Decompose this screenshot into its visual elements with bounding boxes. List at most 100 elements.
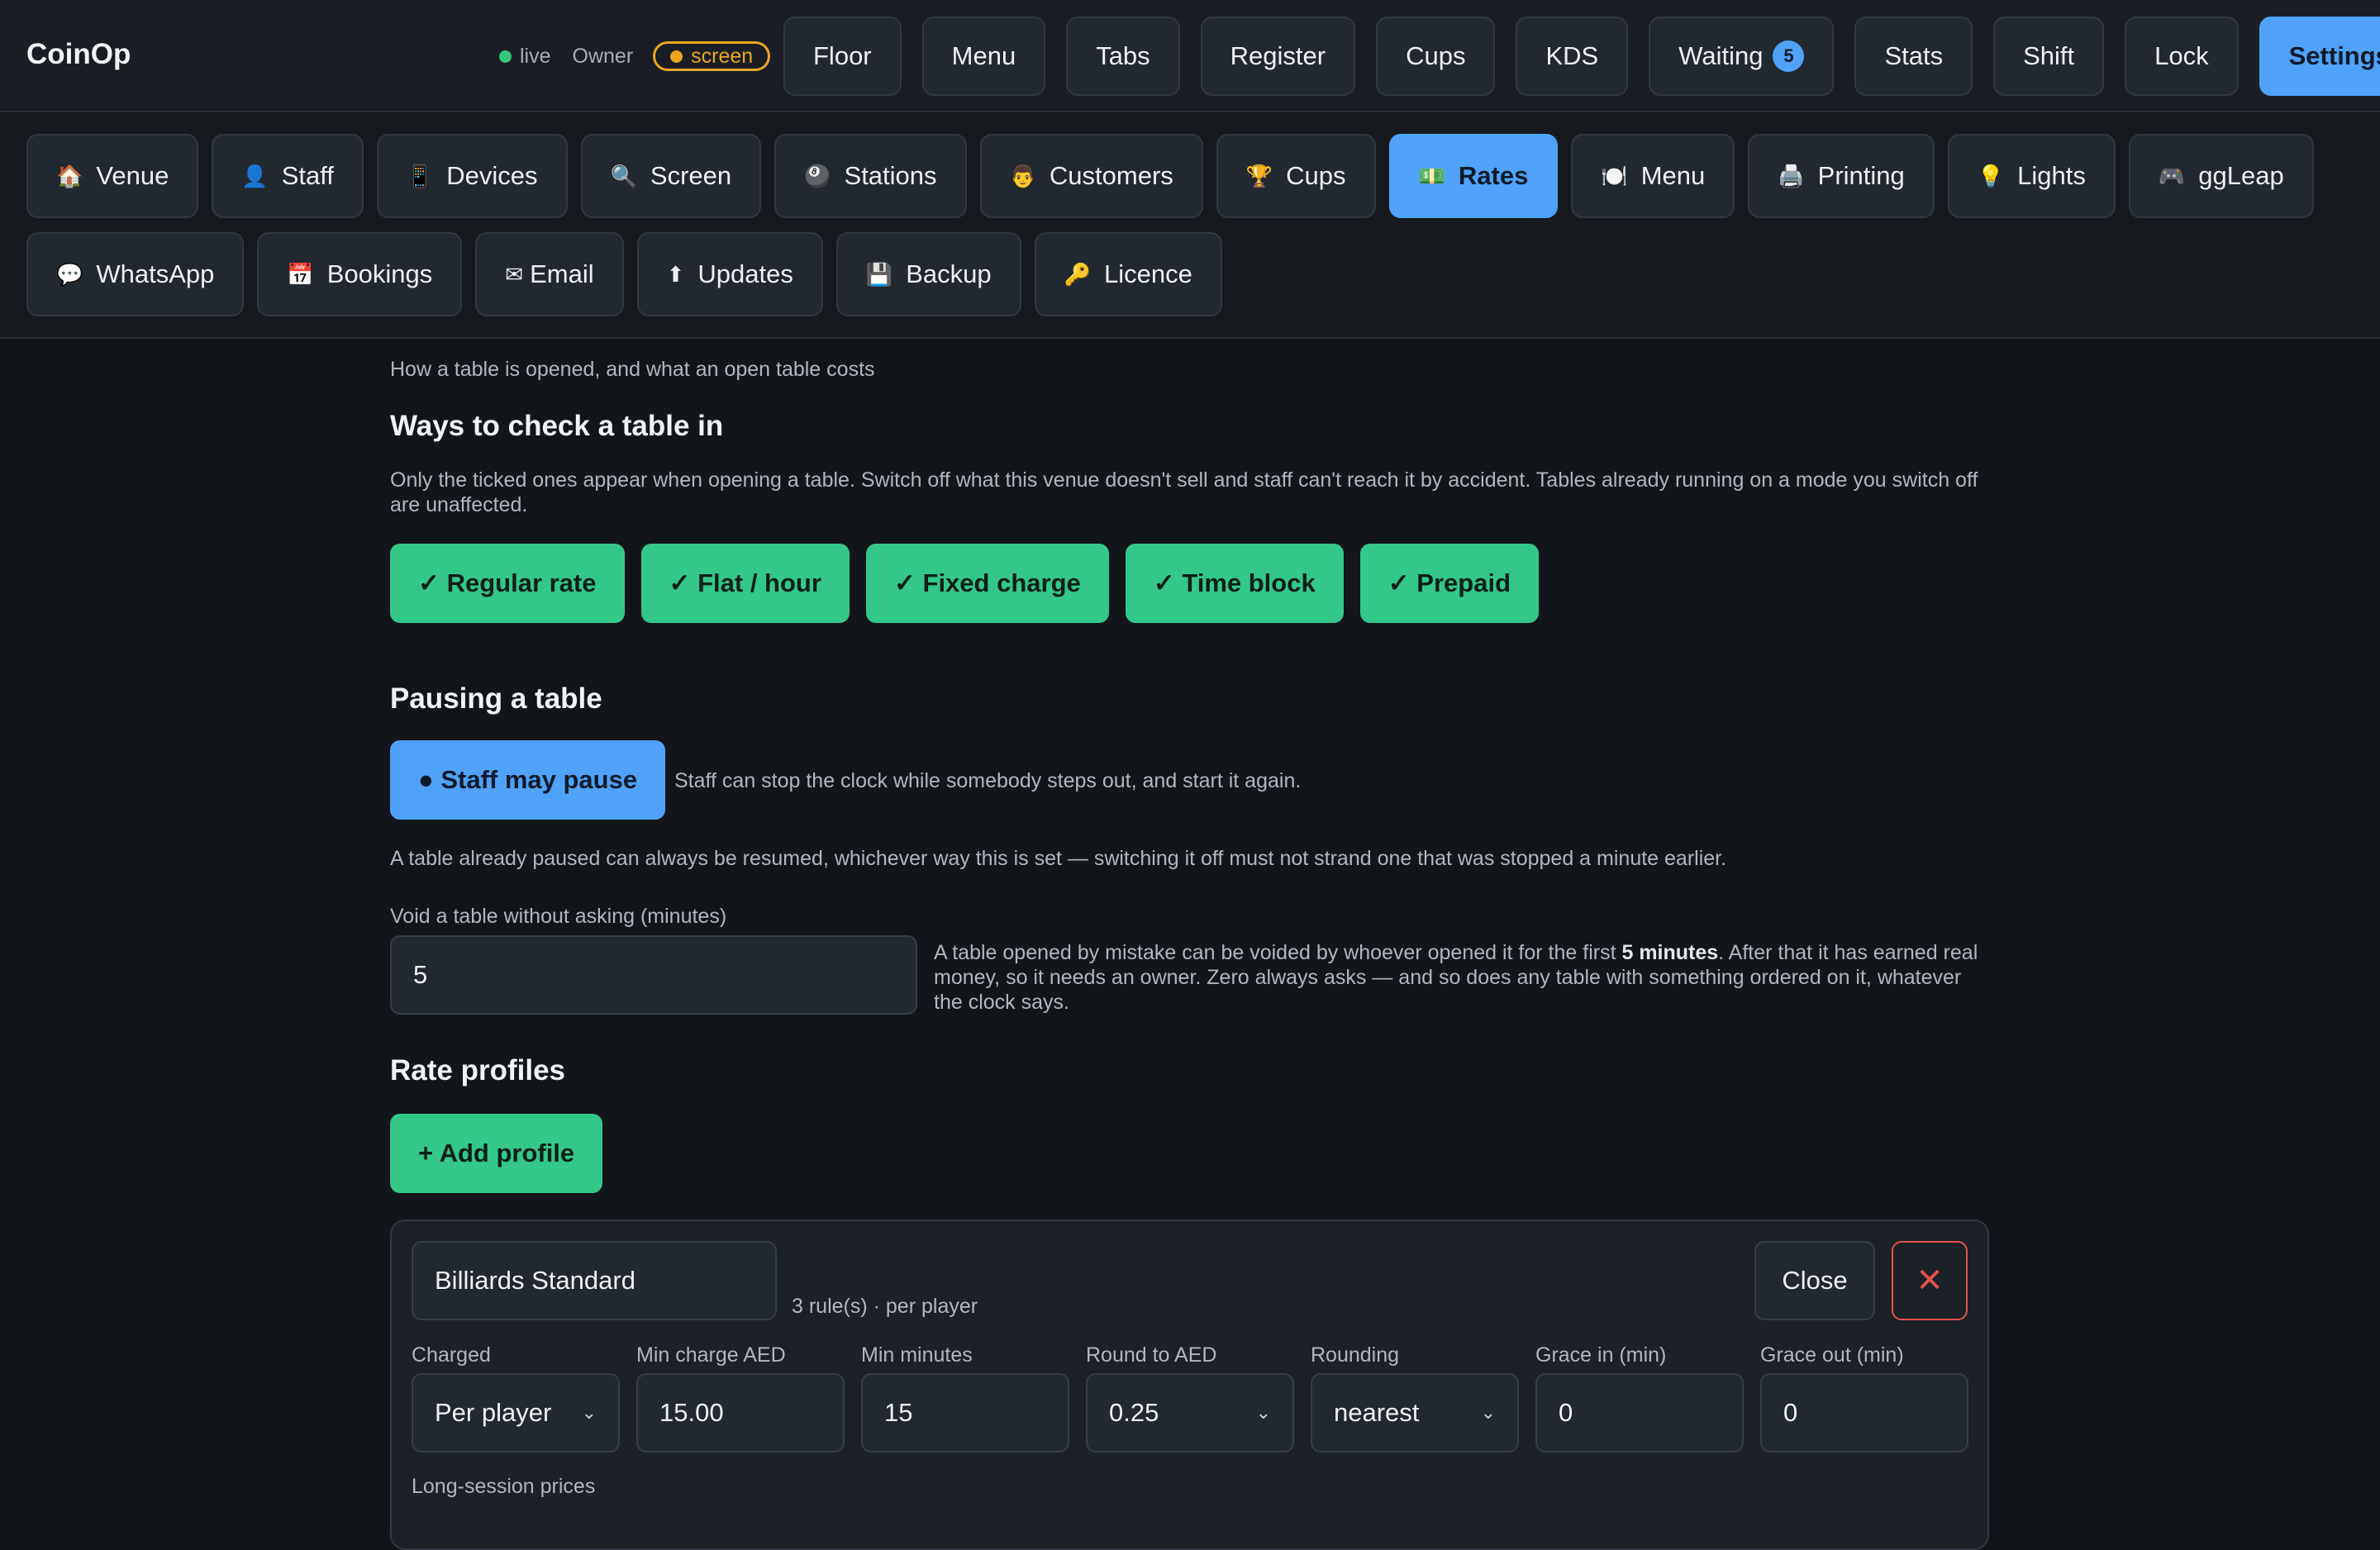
tab-menu[interactable]: 🍽️ Menu bbox=[1571, 134, 1735, 218]
tab-label: Lights bbox=[2017, 161, 2086, 190]
magnifier-icon: 🔍 bbox=[610, 163, 637, 188]
gamepad-icon: 🎮 bbox=[2158, 163, 2186, 188]
add-profile-button[interactable]: + Add profile bbox=[390, 1114, 603, 1193]
min-minutes-label: Min minutes bbox=[861, 1343, 973, 1367]
tab-customers[interactable]: 👨 Customers bbox=[979, 134, 1203, 218]
profile-close-button[interactable]: Close bbox=[1754, 1241, 1875, 1320]
role-label: Owner bbox=[572, 44, 634, 68]
profile-name-input[interactable]: Billiards Standard bbox=[412, 1241, 777, 1320]
tab-updates[interactable]: ⬆ Updates bbox=[636, 232, 823, 316]
nav-settings-button[interactable]: Settings bbox=[2259, 17, 2380, 96]
nav-lock-button[interactable]: Lock bbox=[2125, 17, 2239, 96]
top-bar: CoinOp live Owner screen Floor Menu Tabs… bbox=[0, 0, 2380, 112]
calendar-icon: 📅 bbox=[287, 261, 314, 287]
mode-prepaid-toggle[interactable]: ✓ Prepaid bbox=[1359, 544, 1540, 623]
chevron-down-icon: ⌄ bbox=[1480, 1402, 1496, 1423]
rounding-label: Rounding bbox=[1311, 1343, 1400, 1367]
tab-label: Stations bbox=[844, 161, 937, 190]
mode-flat-hour-toggle[interactable]: ✓ Flat / hour bbox=[640, 544, 850, 623]
nav-floor-button[interactable]: Floor bbox=[783, 17, 902, 96]
void-minutes-input[interactable]: 5 bbox=[390, 935, 917, 1015]
nav-tabs-button[interactable]: Tabs bbox=[1066, 17, 1180, 96]
nav-register-button[interactable]: Register bbox=[1200, 17, 1356, 96]
mode-regular-rate-toggle[interactable]: ✓ Regular rate bbox=[390, 544, 625, 623]
nav-label: Shift bbox=[2023, 41, 2075, 70]
tab-email[interactable]: ✉ Email bbox=[475, 232, 624, 316]
tab-label: Staff bbox=[281, 161, 334, 190]
nav-label: Stats bbox=[1884, 41, 1944, 70]
tab-ggleap[interactable]: 🎮 ggLeap bbox=[2128, 134, 2314, 218]
nav-menu-button[interactable]: Menu bbox=[921, 17, 1046, 96]
tab-printing[interactable]: 🖨️ Printing bbox=[1748, 134, 1935, 218]
tab-label: ggLeap bbox=[2198, 161, 2284, 190]
nav-label: Cups bbox=[1406, 41, 1466, 70]
lightbulb-icon: 💡 bbox=[1977, 163, 2005, 188]
customer-face-icon: 👨 bbox=[1009, 163, 1036, 188]
charged-select[interactable]: Per player ⌄ bbox=[412, 1373, 620, 1453]
tab-venue[interactable]: 🏠 Venue bbox=[26, 134, 199, 218]
tab-bookings[interactable]: 📅 Bookings bbox=[257, 232, 463, 316]
pause-description: Staff can stop the clock while somebody … bbox=[674, 769, 1302, 792]
screen-mode-badge[interactable]: screen bbox=[653, 41, 771, 71]
grace-in-label: Grace in (min) bbox=[1535, 1343, 1667, 1367]
main-nav: Floor Menu Tabs Register Cups KDS Waitin… bbox=[783, 17, 2380, 96]
tab-stations[interactable]: 🎱 Stations bbox=[774, 134, 967, 218]
tab-whatsapp[interactable]: 💬 WhatsApp bbox=[26, 232, 245, 316]
settings-tabs-row-1: 🏠 Venue 👤 Staff 📱 Devices 🔍 Screen 🎱 Stations… bbox=[26, 134, 2314, 218]
floppy-disk-icon: 💾 bbox=[865, 261, 893, 287]
nav-label: KDS bbox=[1545, 41, 1599, 70]
tab-label: Printing bbox=[1817, 161, 1905, 190]
tab-label: Email bbox=[530, 259, 594, 288]
tab-label: Venue bbox=[96, 161, 169, 190]
void-minutes-value: 5 bbox=[413, 960, 428, 989]
chevron-down-icon: ⌄ bbox=[1255, 1402, 1271, 1423]
envelope-icon: ✉ bbox=[505, 261, 524, 287]
waiting-count-badge: 5 bbox=[1773, 40, 1805, 72]
nav-waiting-button[interactable]: Waiting 5 bbox=[1649, 17, 1835, 96]
tab-devices[interactable]: 📱 Devices bbox=[376, 134, 568, 218]
trophy-icon: 🏆 bbox=[1245, 163, 1273, 188]
round-to-select[interactable]: 0.25 ⌄ bbox=[1086, 1373, 1294, 1453]
tab-lights[interactable]: 💡 Lights bbox=[1947, 134, 2116, 218]
tab-label: Bookings bbox=[326, 259, 433, 288]
profile-delete-button[interactable]: ✕ bbox=[1892, 1241, 1968, 1320]
grace-in-value: 0 bbox=[1559, 1398, 1573, 1427]
nav-shift-button[interactable]: Shift bbox=[1993, 17, 2105, 96]
tab-label: Backup bbox=[906, 259, 992, 288]
speech-bubble-icon: 💬 bbox=[56, 261, 83, 287]
tab-licence[interactable]: 🔑 Licence bbox=[1034, 232, 1222, 316]
live-dot-icon bbox=[499, 50, 512, 63]
nav-stats-button[interactable]: Stats bbox=[1854, 17, 1973, 96]
rates-intro: How a table is opened, and what an open … bbox=[390, 358, 875, 381]
rounding-select[interactable]: nearest ⌄ bbox=[1311, 1373, 1519, 1453]
staff-may-pause-toggle[interactable]: ● Staff may pause bbox=[390, 740, 666, 820]
mode-time-block-toggle[interactable]: ✓ Time block bbox=[1125, 544, 1344, 623]
round-to-value: 0.25 bbox=[1109, 1398, 1159, 1427]
void-help-text: A table opened by mistake can be voided … bbox=[934, 940, 1989, 1015]
tab-cups[interactable]: 🏆 Cups bbox=[1216, 134, 1376, 218]
tab-rates[interactable]: 💵 Rates bbox=[1388, 134, 1559, 218]
pause-heading: Pausing a table bbox=[390, 682, 602, 715]
nav-kds-button[interactable]: KDS bbox=[1516, 17, 1629, 96]
mode-fixed-charge-toggle[interactable]: ✓ Fixed charge bbox=[865, 544, 1109, 623]
tab-label: Menu bbox=[1640, 161, 1706, 190]
nav-cups-button[interactable]: Cups bbox=[1376, 17, 1496, 96]
tab-screen[interactable]: 🔍 Screen bbox=[580, 134, 762, 218]
grace-in-input[interactable]: 0 bbox=[1535, 1373, 1744, 1453]
checkin-description: Only the ticked ones appear when opening… bbox=[390, 468, 1978, 516]
grace-out-input[interactable]: 0 bbox=[1760, 1373, 1968, 1453]
tab-label: Rates bbox=[1458, 161, 1529, 190]
screen-dot-icon bbox=[670, 50, 683, 63]
pause-note: A table already paused can always be res… bbox=[390, 847, 1727, 870]
app-title: CoinOp bbox=[26, 38, 131, 70]
nav-label: Register bbox=[1230, 41, 1326, 70]
live-status-text: live bbox=[520, 44, 551, 68]
tab-staff[interactable]: 👤 Staff bbox=[212, 134, 364, 218]
tab-backup[interactable]: 💾 Backup bbox=[835, 232, 1021, 316]
rounding-value: nearest bbox=[1334, 1398, 1420, 1427]
tab-label: Updates bbox=[697, 259, 793, 288]
tab-label: Screen bbox=[650, 161, 732, 190]
phone-icon: 📱 bbox=[406, 163, 434, 188]
min-charge-input[interactable]: 15.00 bbox=[636, 1373, 845, 1453]
min-minutes-input[interactable]: 15 bbox=[861, 1373, 1069, 1453]
